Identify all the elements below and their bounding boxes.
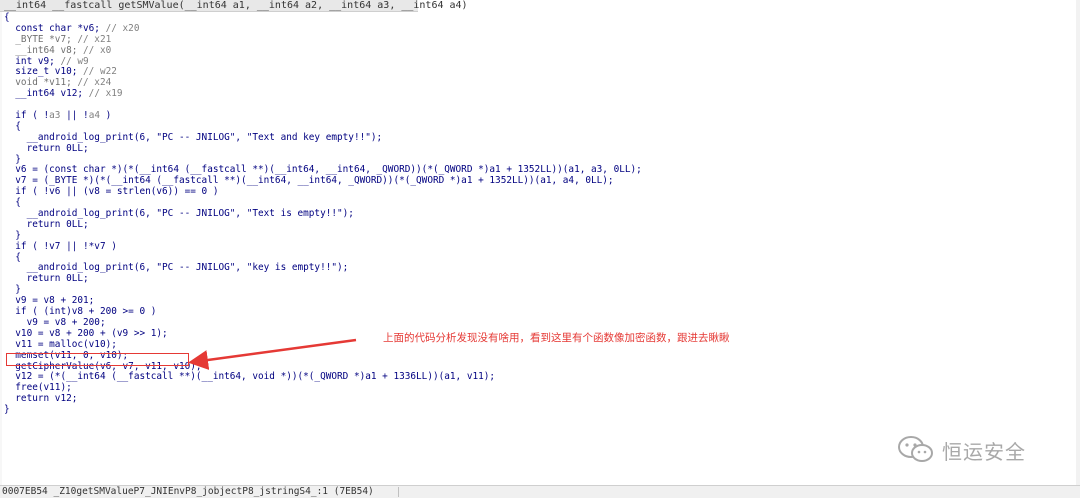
code-line[interactable]: return 0LL; — [4, 218, 642, 231]
code-token: memset(v11, 0, v10); — [4, 349, 129, 361]
code-token: v7 = (_BYTE *)(*(__int64 (__fastcall **)… — [4, 175, 614, 187]
left-gutter — [0, 12, 2, 485]
code-comment: // x0 — [83, 44, 112, 56]
code-line[interactable]: if ( !a3 || !a4 ) — [4, 110, 642, 122]
code-line[interactable]: return 0LL; — [4, 142, 642, 155]
watermark-text: 恒运安全 — [942, 439, 1026, 464]
code-token: __int64 v12; — [4, 88, 89, 100]
code-line[interactable]: __android_log_print(6, "PC -- JNILOG", "… — [4, 263, 642, 274]
code-token: { — [4, 12, 10, 23]
code-token: v10 = v8 + 200 + (v9 >> 1); — [4, 327, 168, 339]
code-line[interactable]: __android_log_print(6, "PC -- JNILOG", "… — [4, 131, 642, 144]
code-token: || ! — [60, 110, 89, 122]
annotation-note: 上面的代码分析发现没有啥用，看到这里有个函数像加密函数，跟进去瞅瞅 — [383, 332, 730, 344]
code-token: } — [4, 229, 21, 241]
pseudocode-view[interactable]: { const char *v6; // x20 _BYTE *v7; // x… — [0, 12, 1080, 485]
code-comment: // x20 — [105, 22, 140, 34]
code-token: size_t v10; — [4, 66, 84, 78]
code-token: v9 = v8 + 200; — [4, 316, 106, 328]
code-token: _BYTE *v7; — [4, 33, 78, 45]
code-line[interactable]: __int64 v12; // x19 — [4, 88, 642, 100]
code-token: ) — [99, 110, 112, 122]
code-line[interactable]: } — [4, 404, 642, 416]
pseudocode-text[interactable]: { const char *v6; // x20 _BYTE *v7; // x… — [4, 12, 642, 416]
code-token: if ( !v7 || !*v7 ) — [4, 240, 117, 252]
code-token: getCipherValue(v6, v7, v11, v10); — [4, 360, 202, 372]
code-line[interactable]: v12 = (*(__int64 (__fastcall **)(__int64… — [4, 371, 642, 383]
code-comment: // x19 — [88, 88, 123, 100]
code-token: v11 = malloc(v10); — [4, 338, 117, 350]
code-token: return 0LL; — [4, 142, 89, 154]
code-comment: // x21 — [77, 33, 112, 45]
code-token: __android_log_print(6, "PC -- JNILOG", "… — [4, 131, 383, 143]
code-line[interactable]: } — [4, 284, 642, 296]
code-token: return 0LL; — [4, 218, 89, 230]
code-token: a4 — [88, 110, 100, 122]
code-token: } — [4, 153, 21, 165]
code-line[interactable]: if ( !v6 || (v8 = strlen(v6)) == 0 ) — [4, 186, 642, 198]
status-divider — [398, 487, 399, 497]
code-token: return v12; — [4, 393, 78, 405]
code-token: { — [4, 197, 21, 209]
code-line[interactable]: return 0LL; — [4, 273, 642, 285]
code-token: v6 = (const char *)(*(__int64 (__fastcal… — [4, 164, 642, 176]
code-token: free(v11); — [4, 382, 72, 394]
code-line[interactable]: __int64 v8; // x0 — [4, 44, 642, 57]
code-token: } — [4, 404, 10, 416]
code-token: v9 = v8 + 201; — [4, 295, 95, 307]
code-token: a3 — [49, 110, 61, 122]
code-token: __android_log_print(6, "PC -- JNILOG", "… — [4, 208, 354, 220]
watermark: 恒运安全 — [896, 433, 1026, 467]
code-token: } — [4, 284, 21, 296]
code-token: v12 = (*(__int64 (__fastcall **)(__int64… — [4, 371, 496, 383]
scrollbar[interactable] — [1076, 0, 1080, 485]
code-comment: // w22 — [83, 66, 117, 78]
code-token: int v9; — [4, 55, 61, 67]
code-token: __int64 v8; — [4, 44, 84, 56]
code-token: return 0LL; — [4, 273, 89, 285]
wechat-icon — [898, 436, 933, 462]
code-token: { — [4, 251, 21, 263]
code-token: __android_log_print(6, "PC -- JNILOG", "… — [4, 262, 349, 274]
function-signature: __int64 __fastcall getSMValue(__int64 a1… — [0, 0, 468, 12]
code-token: const char *v6; — [4, 22, 106, 34]
status-address: 0007EB54 _Z10getSMValueP7_JNIEnvP8_jobje… — [2, 486, 374, 497]
code-line[interactable]: __android_log_print(6, "PC -- JNILOG", "… — [4, 208, 642, 220]
code-token: void *v11; — [4, 77, 78, 89]
code-token: if ( (int)v8 + 200 >= 0 ) — [4, 306, 157, 318]
code-line[interactable]: free(v11); — [4, 382, 642, 394]
code-line[interactable]: return v12; — [4, 393, 642, 405]
code-line[interactable]: if ( !v7 || !*v7 ) — [4, 240, 642, 253]
code-comment: // x24 — [77, 77, 112, 89]
code-comment: // w9 — [60, 55, 89, 67]
status-bar: 0007EB54 _Z10getSMValueP7_JNIEnvP8_jobje… — [0, 485, 1080, 498]
code-token: if ( ! — [4, 110, 50, 122]
code-token: if ( !v6 || (v8 = strlen(v6)) == 0 ) — [4, 186, 219, 198]
code-token: { — [4, 120, 21, 132]
